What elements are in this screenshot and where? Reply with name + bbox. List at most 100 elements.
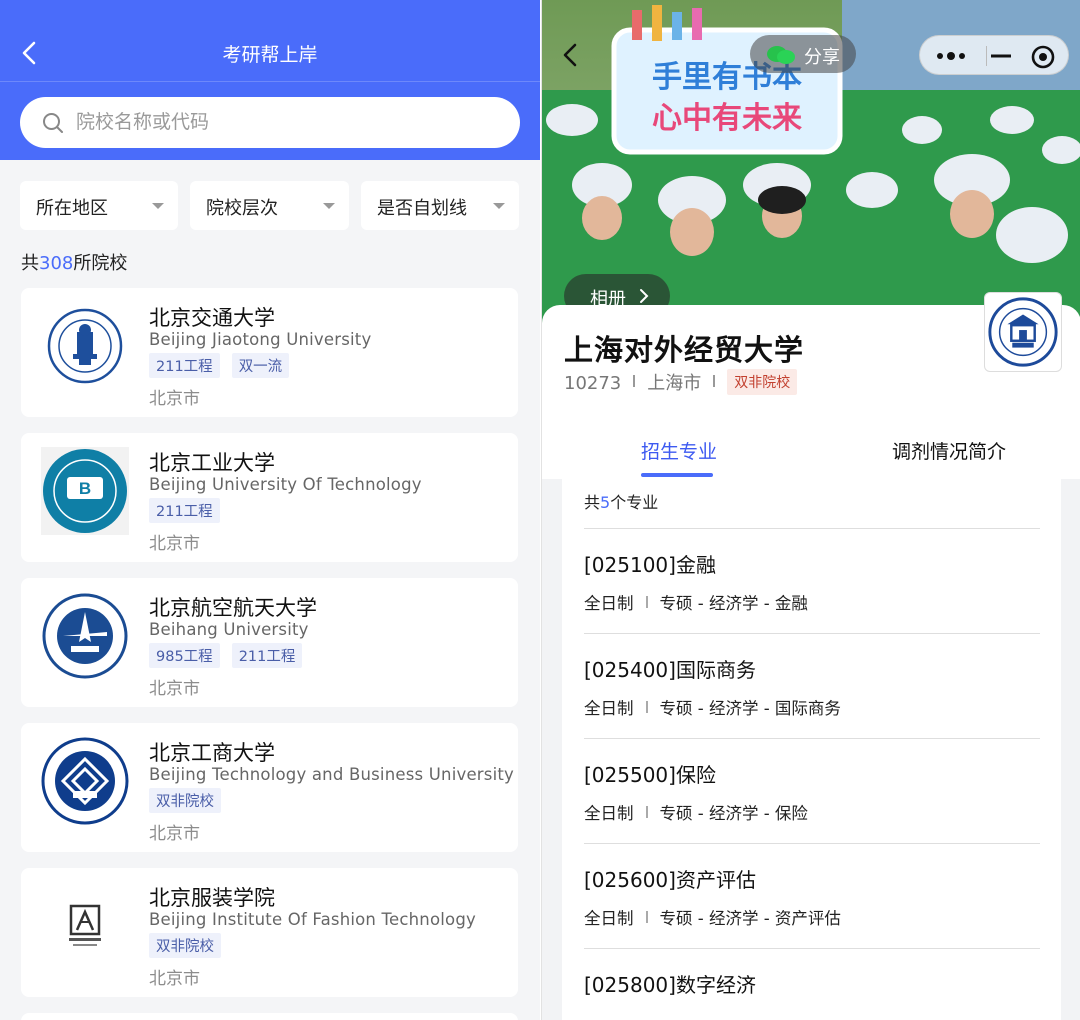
total-suffix: 个专业	[610, 493, 659, 512]
filter-label: 是否自划线	[377, 198, 467, 219]
filter-label: 所在地区	[36, 198, 108, 219]
caret-down-icon	[323, 203, 335, 209]
school-card[interactable]: 北京工商大学 Beijing Technology and Business U…	[21, 723, 518, 852]
school-count: 共308所院校	[21, 249, 127, 275]
beihang-logo-icon	[42, 593, 128, 679]
tab-bar: 招生专业 调剂情况简介	[542, 423, 1080, 479]
school-list-screen: 考研帮上岸 所在地区 院校层次 是否自划线 共308所院校	[0, 0, 540, 1020]
filter-region[interactable]: 所在地区	[20, 181, 178, 230]
school-english-name: Beijing University Of Technology	[149, 475, 422, 494]
filter-level[interactable]: 院校层次	[190, 181, 349, 230]
school-card[interactable]: B 北京工业大学 Beijing University Of Technolog…	[21, 433, 518, 562]
major-name: [025400]国际商务	[584, 658, 756, 682]
major-name: [025800]数字经济	[584, 973, 756, 997]
divider	[633, 375, 636, 387]
major-info: 全日制 专硕 - 经济学 - 金融	[584, 590, 808, 614]
school-city: 北京市	[149, 389, 200, 409]
major-name: [025500]保险	[584, 763, 716, 787]
major-name: [025100]金融	[584, 553, 716, 577]
tab-adjustment[interactable]: 调剂情况简介	[892, 437, 1006, 464]
miniprogram-capsule	[919, 35, 1069, 75]
active-tab-indicator	[641, 473, 713, 477]
school-name: 北京工商大学	[149, 741, 275, 765]
school-english-name: Beihang University	[149, 620, 309, 639]
university-meta: 10273 上海市 双非院校	[564, 369, 798, 395]
divider	[645, 701, 648, 713]
major-list-area: 共5个专业 [025100]金融 全日制 专硕 - 经济学 - 金融 [02540…	[542, 479, 1080, 1020]
school-tag: 双一流	[231, 353, 290, 378]
header-bar: 考研帮上岸	[0, 0, 540, 160]
divider	[713, 375, 716, 387]
major-item[interactable]: [025500]保险 全日制 专硕 - 经济学 - 保险	[584, 738, 1040, 843]
major-info: 全日制 专硕 - 经济学 - 保险	[584, 800, 808, 824]
back-arrow-icon[interactable]	[556, 40, 586, 70]
chevron-right-icon	[640, 289, 649, 303]
tab-majors[interactable]: 招生专业	[641, 437, 717, 464]
study-mode: 全日制	[584, 804, 634, 823]
tag-group: 211工程	[149, 498, 232, 523]
count-number: 308	[39, 253, 74, 274]
caret-down-icon	[493, 203, 505, 209]
major-info: 全日制 专硕 - 经济学 - 资产评估	[584, 905, 841, 929]
divider	[645, 911, 648, 923]
search-icon	[43, 113, 63, 133]
major-item[interactable]: [025600]资产评估 全日制 专硕 - 经济学 - 资产评估	[584, 843, 1040, 948]
tag-group: 211工程 双一流	[149, 353, 301, 378]
major-path: 专硕 - 经济学 - 资产评估	[659, 909, 841, 928]
bjtu-logo-icon	[47, 308, 123, 384]
school-english-name: Beijing Jiaotong University	[149, 330, 372, 349]
study-mode: 全日制	[584, 699, 634, 718]
school-city: 北京市	[149, 824, 200, 844]
school-card[interactable]: 北京服装学院 Beijing Institute Of Fashion Tech…	[21, 868, 518, 997]
minimize-icon[interactable]	[987, 46, 1015, 66]
page-title: 考研帮上岸	[222, 44, 318, 66]
close-circle-icon[interactable]	[1030, 44, 1056, 70]
major-info: 全日制 专硕 - 经济学 - 国际商务	[584, 695, 841, 719]
count-prefix: 共	[21, 253, 39, 274]
major-name: [025600]资产评估	[584, 868, 756, 892]
university-city: 上海市	[647, 373, 702, 394]
major-path: 专硕 - 经济学 - 保险	[659, 804, 808, 823]
school-city: 北京市	[149, 534, 200, 554]
count-suffix: 所院校	[73, 253, 128, 274]
school-name: 北京交通大学	[149, 306, 275, 330]
major-item[interactable]: [025800]数字经济	[584, 948, 1040, 1020]
filter-self-line[interactable]: 是否自划线	[361, 181, 519, 230]
school-card[interactable]: 北京航空航天大学 Beihang University 985工程 211工程 北…	[21, 578, 518, 707]
school-english-name: Beijing Institute Of Fashion Technology	[149, 910, 476, 929]
major-count: 共5个专业	[584, 489, 658, 513]
tag-group: 985工程 211工程	[149, 643, 314, 668]
svg-text:B: B	[79, 479, 91, 498]
school-english-name: Beijing Technology and Business Universi…	[149, 765, 514, 784]
search-input[interactable]	[76, 107, 496, 137]
school-tag: 双非院校	[149, 933, 221, 958]
major-list: 共5个专业 [025100]金融 全日制 专硕 - 经济学 - 金融 [02540…	[562, 479, 1061, 1020]
school-tag: 211工程	[149, 498, 220, 523]
school-name: 北京航空航天大学	[149, 596, 317, 620]
university-code: 10273	[564, 373, 622, 394]
bjut-logo-icon: B	[41, 447, 129, 535]
more-icon[interactable]	[934, 46, 968, 66]
share-button[interactable]: 分享	[750, 35, 856, 73]
school-city: 北京市	[149, 679, 200, 699]
sign-line-2: 心中有未来	[652, 101, 802, 136]
university-badge: 双非院校	[727, 369, 798, 395]
divider	[645, 596, 648, 608]
search-box[interactable]	[20, 97, 520, 148]
wechat-icon	[767, 46, 795, 64]
share-label: 分享	[804, 47, 840, 68]
school-card[interactable]: 北京交通大学 Beijing Jiaotong University 211工程…	[21, 288, 518, 417]
university-name: 上海对外经贸大学	[564, 333, 805, 367]
major-item[interactable]: [025400]国际商务 全日制 专硕 - 经济学 - 国际商务	[584, 633, 1040, 738]
school-card[interactable]	[21, 1013, 518, 1020]
school-city: 北京市	[149, 969, 200, 989]
caret-down-icon	[152, 203, 164, 209]
school-tag: 211工程	[231, 643, 303, 668]
major-item[interactable]: [025100]金融 全日制 专硕 - 经济学 - 金融	[584, 528, 1040, 633]
total-prefix: 共	[584, 493, 601, 512]
school-name: 北京服装学院	[149, 886, 275, 910]
divider	[645, 806, 648, 818]
nav-bar: 考研帮上岸	[0, 0, 540, 82]
hero-photo: 手里有书本 心中有未来 分享 相册	[542, 0, 1080, 325]
school-tag: 985工程	[149, 643, 220, 668]
